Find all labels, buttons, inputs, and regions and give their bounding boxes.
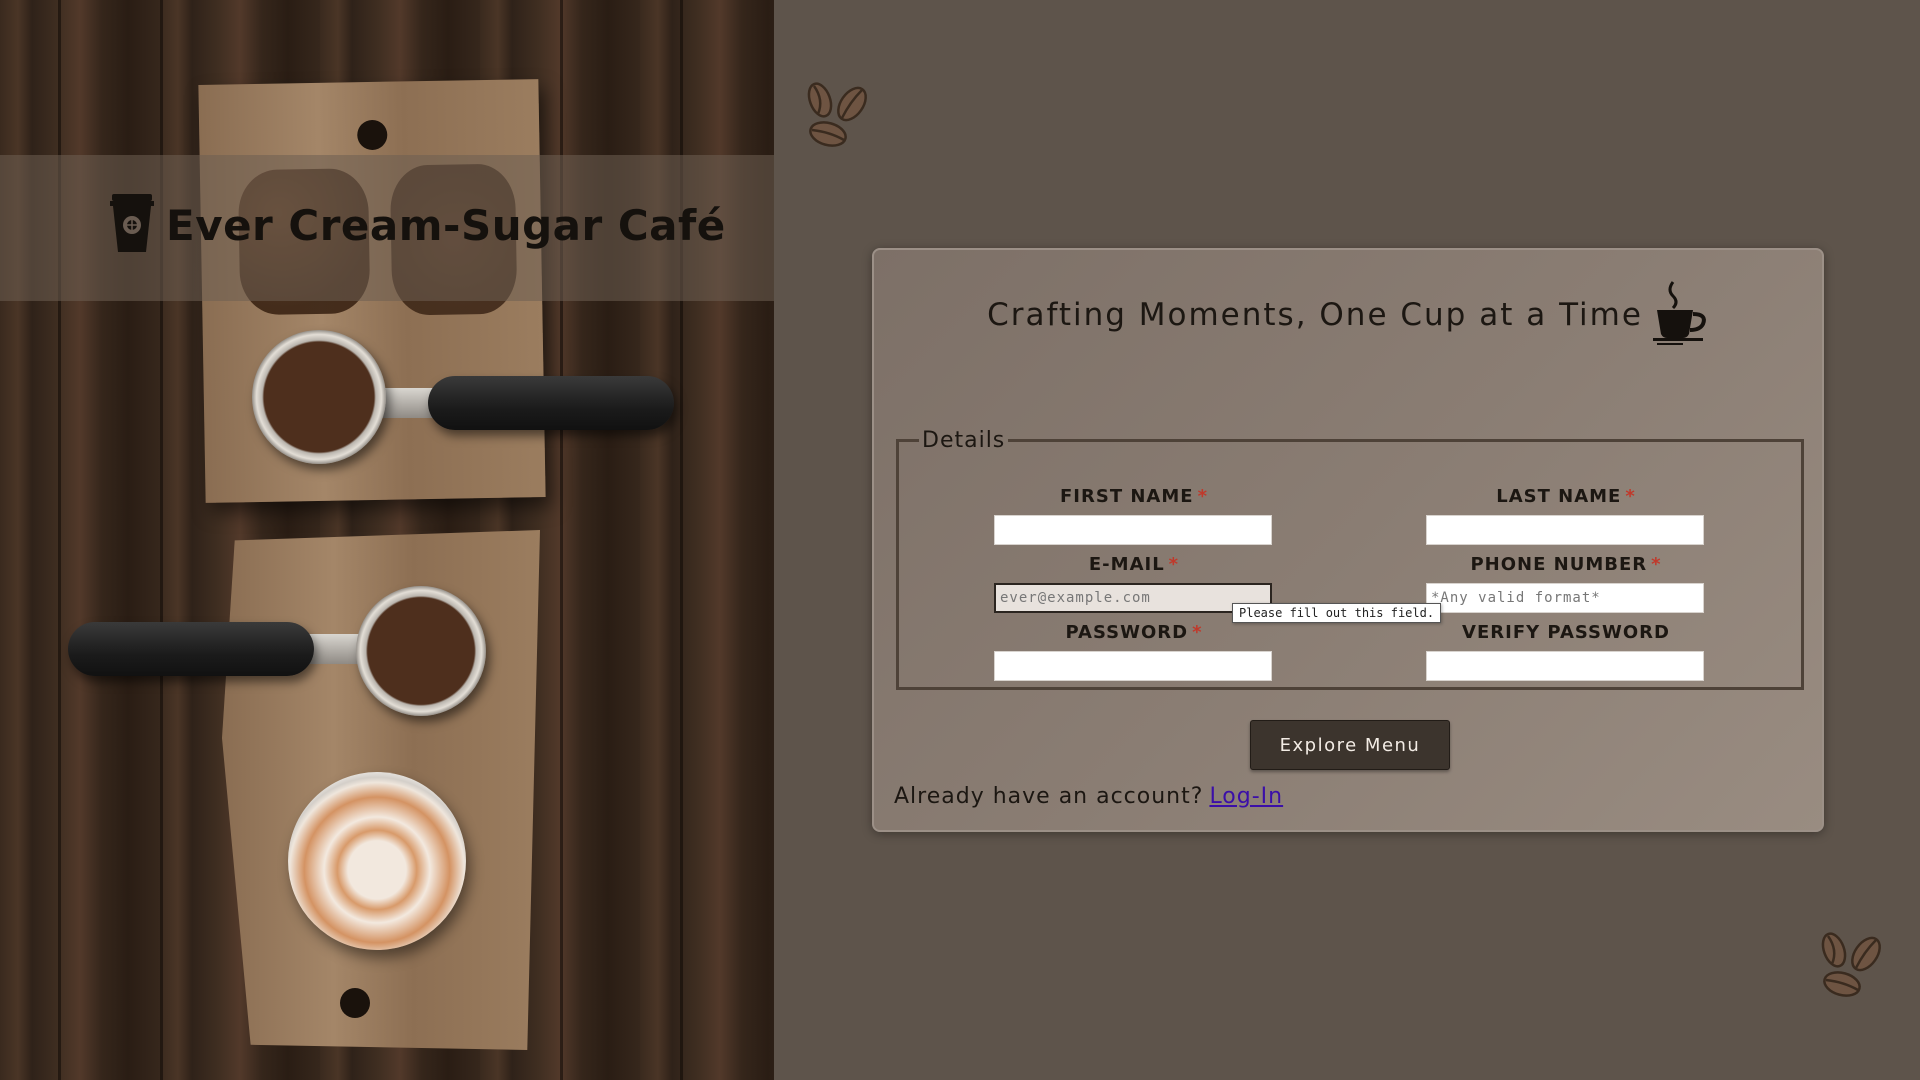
- required-marker: *: [1168, 554, 1180, 575]
- details-legend: Details: [922, 428, 1006, 453]
- account-prompt-text: Already have an account?: [894, 784, 1204, 809]
- password-label: PASSWORD *: [1065, 622, 1203, 643]
- tagline: Crafting Moments, One Cup at a Time: [874, 280, 1822, 350]
- validation-tooltip: Please fill out this field.: [1232, 603, 1442, 623]
- coffee-beans-icon: [807, 82, 867, 147]
- explore-menu-button[interactable]: Explore Menu: [1250, 720, 1450, 770]
- coffee-mug-icon: [1652, 280, 1709, 350]
- account-prompt: Already have an account? Log-In: [894, 784, 1283, 809]
- details-fieldset: Details FIRST NAME* LAST NAME* E-MAIL* P…: [896, 428, 1804, 690]
- latte-art-cup: [288, 772, 466, 950]
- required-marker: *: [1197, 486, 1208, 507]
- required-marker: *: [1625, 486, 1636, 507]
- phone-field: PHONE NUMBER *: [1426, 551, 1706, 613]
- phone-input[interactable]: [1426, 583, 1704, 613]
- verify-password-label: VERIFY PASSWORD: [1462, 622, 1670, 643]
- email-label: E-MAIL *: [1088, 554, 1180, 575]
- verify-password-field: VERIFY PASSWORD: [1426, 619, 1706, 681]
- email-input[interactable]: [994, 583, 1272, 613]
- required-marker: *: [1192, 622, 1203, 643]
- first-name-label: FIRST NAME *: [1060, 486, 1208, 507]
- portafilter: [356, 586, 486, 716]
- brand-title: Ever Cream-Sugar Café: [166, 200, 726, 250]
- login-link[interactable]: Log-In: [1209, 784, 1283, 809]
- coffee-cup-icon: [110, 192, 154, 258]
- last-name-label: LAST NAME *: [1496, 486, 1636, 507]
- last-name-field: LAST NAME *: [1426, 483, 1706, 545]
- verify-password-input[interactable]: [1426, 651, 1704, 681]
- portafilter: [252, 330, 386, 464]
- brand: Ever Cream-Sugar Café: [110, 192, 726, 258]
- last-name-input[interactable]: [1426, 515, 1704, 545]
- phone-label: PHONE NUMBER *: [1470, 554, 1662, 575]
- tagline-text: Crafting Moments, One Cup at a Time: [987, 297, 1643, 333]
- signup-card: Crafting Moments, One Cup at a Time Deta…: [872, 248, 1824, 832]
- password-field: PASSWORD *: [994, 619, 1274, 681]
- coffee-beans-icon: [1821, 932, 1881, 997]
- first-name-input[interactable]: [994, 515, 1272, 545]
- first-name-field: FIRST NAME *: [994, 483, 1274, 545]
- password-input[interactable]: [994, 651, 1272, 681]
- required-marker: *: [1651, 554, 1662, 575]
